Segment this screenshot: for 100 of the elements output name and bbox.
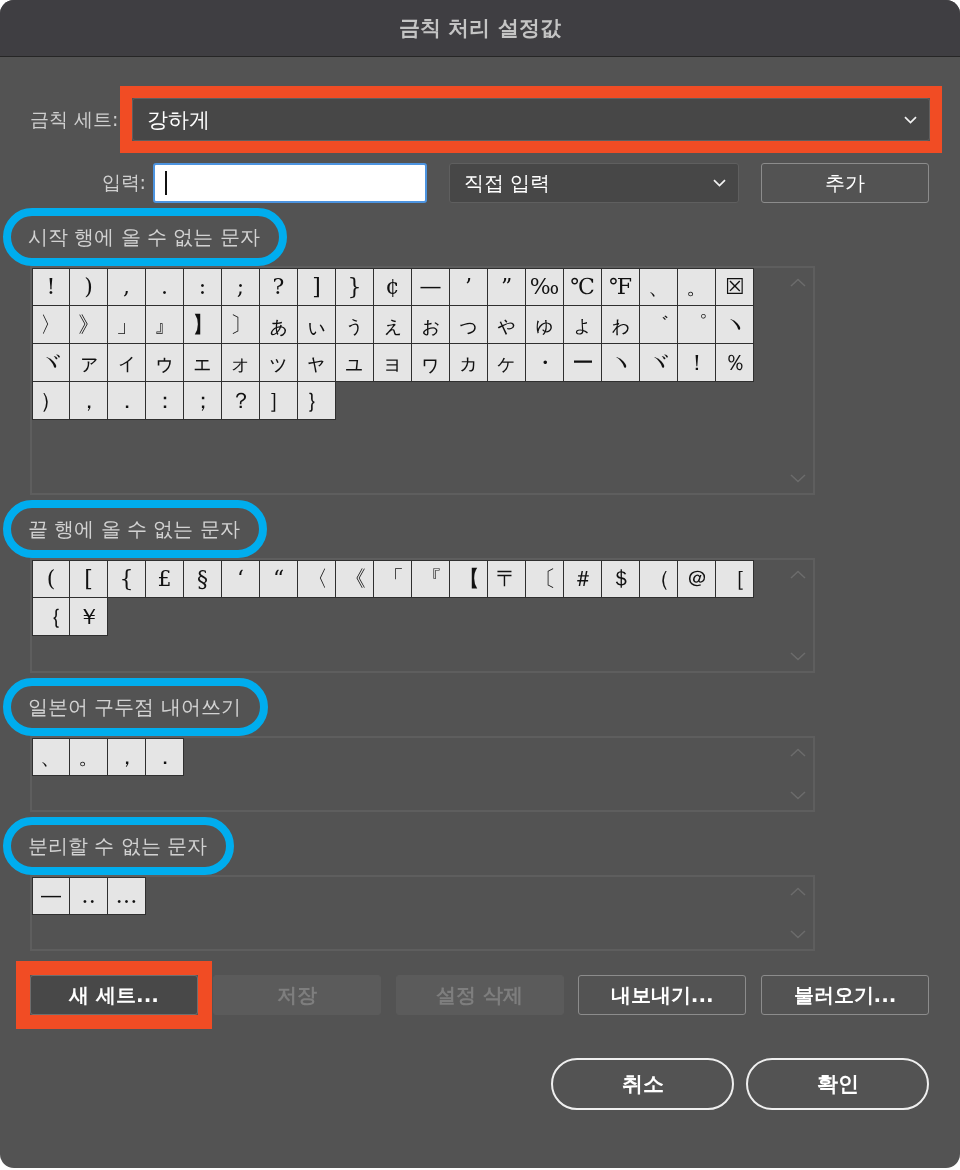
char-cell[interactable]: ［	[716, 560, 754, 598]
char-cell[interactable]: —	[32, 877, 70, 915]
char-cell[interactable]: ．	[108, 382, 146, 420]
char-cell[interactable]: ☒	[716, 268, 754, 306]
char-cell[interactable]: 。	[678, 268, 716, 306]
input-mode-dropdown[interactable]: 직접 입력	[449, 163, 739, 203]
char-cell[interactable]: ；	[184, 382, 222, 420]
char-cell[interactable]: ヽ	[602, 344, 640, 382]
kinsoku-set-dropdown[interactable]: 강하게	[132, 98, 930, 141]
char-cell[interactable]: ゎ	[602, 306, 640, 344]
char-cell[interactable]: ゥ	[146, 344, 184, 382]
char-cell[interactable]: ・	[526, 344, 564, 382]
char-cell[interactable]: ，	[70, 382, 108, 420]
char-cell[interactable]: ，	[108, 738, 146, 776]
char-cell[interactable]: ぅ	[336, 306, 374, 344]
char-cell[interactable]: 《	[336, 560, 374, 598]
char-cell[interactable]: …	[108, 877, 146, 915]
char-cell[interactable]: ℉	[602, 268, 640, 306]
char-cell[interactable]: 〔	[526, 560, 564, 598]
char-cell[interactable]: 。	[70, 738, 108, 776]
char-cell[interactable]: ｝	[298, 382, 336, 420]
char-cell[interactable]: ェ	[184, 344, 222, 382]
char-cell[interactable]: ¢	[374, 268, 412, 306]
char-cell[interactable]: ヽ	[716, 306, 754, 344]
char-cell[interactable]: ョ	[374, 344, 412, 382]
new-set-button[interactable]: 새 세트...	[30, 975, 198, 1015]
char-cell[interactable]: 【	[450, 560, 488, 598]
char-cell[interactable]: ?	[260, 268, 298, 306]
char-cell[interactable]: ￥	[70, 598, 108, 636]
scroll-up-icon[interactable]	[790, 748, 806, 757]
scroll-down-icon[interactable]	[790, 930, 806, 939]
char-cell[interactable]: ]	[298, 268, 336, 306]
char-cell[interactable]: ぁ	[260, 306, 298, 344]
char-cell[interactable]: 〕	[222, 306, 260, 344]
char-cell[interactable]: “	[260, 560, 298, 598]
char-cell[interactable]: ッ	[260, 344, 298, 382]
char-cell[interactable]: ャ	[298, 344, 336, 382]
import-button[interactable]: 불러오기...	[761, 975, 929, 1015]
char-cell[interactable]: ぉ	[412, 306, 450, 344]
char-cell[interactable]: 『	[412, 560, 450, 598]
char-cell[interactable]: ヶ	[488, 344, 526, 382]
char-cell[interactable]: —	[412, 268, 450, 306]
char-cell[interactable]: ょ	[564, 306, 602, 344]
char-cell[interactable]: }	[336, 268, 374, 306]
char-cell[interactable]: ー	[564, 344, 602, 382]
char-cell[interactable]: {	[108, 560, 146, 598]
char-cell[interactable]: !	[32, 268, 70, 306]
char-cell[interactable]: (	[32, 560, 70, 598]
char-cell[interactable]: [	[70, 560, 108, 598]
scroll-down-icon[interactable]	[790, 652, 806, 661]
char-cell[interactable]: ＄	[602, 560, 640, 598]
char-cell[interactable]: ＃	[564, 560, 602, 598]
char-cell[interactable]: §	[184, 560, 222, 598]
char-cell[interactable]: 、	[32, 738, 70, 776]
char-cell[interactable]: 〈	[298, 560, 336, 598]
char-cell[interactable]: 】	[184, 306, 222, 344]
ok-button[interactable]: 확인	[746, 1058, 929, 1110]
scroll-up-icon[interactable]	[790, 887, 806, 896]
scroll-up-icon[interactable]	[790, 278, 806, 287]
char-cell[interactable]: 」	[108, 306, 146, 344]
char-cell[interactable]: ぇ	[374, 306, 412, 344]
char-cell[interactable]: 》	[70, 306, 108, 344]
char-cell[interactable]: ）	[32, 382, 70, 420]
char-cell[interactable]: ゛	[640, 306, 678, 344]
char-cell[interactable]: （	[640, 560, 678, 598]
char-cell[interactable]: ォ	[222, 344, 260, 382]
cancel-button[interactable]: 취소	[551, 1058, 734, 1110]
char-cell[interactable]: ”	[488, 268, 526, 306]
char-cell[interactable]: ァ	[70, 344, 108, 382]
export-button[interactable]: 내보내기...	[578, 975, 747, 1015]
char-cell[interactable]: ;	[222, 268, 260, 306]
char-cell[interactable]: ヾ	[32, 344, 70, 382]
add-button[interactable]: 추가	[761, 163, 929, 203]
input-field[interactable]	[153, 163, 427, 203]
char-cell[interactable]: £	[146, 560, 184, 598]
scroll-down-icon[interactable]	[790, 474, 806, 483]
char-cell[interactable]: ℃	[564, 268, 602, 306]
char-cell[interactable]: 〉	[32, 306, 70, 344]
char-cell[interactable]: 〒	[488, 560, 526, 598]
char-cell[interactable]: 、	[640, 268, 678, 306]
char-cell[interactable]: ヵ	[450, 344, 488, 382]
char-cell[interactable]: ヾ	[640, 344, 678, 382]
char-cell[interactable]: ’	[450, 268, 488, 306]
char-cell[interactable]: ゃ	[488, 306, 526, 344]
char-cell[interactable]: ‰	[526, 268, 564, 306]
char-cell[interactable]: ］	[260, 382, 298, 420]
char-cell[interactable]: )	[70, 268, 108, 306]
scroll-up-icon[interactable]	[790, 570, 806, 579]
char-cell[interactable]: ヮ	[412, 344, 450, 382]
char-cell[interactable]: ‥	[70, 877, 108, 915]
char-cell[interactable]: ゜	[678, 306, 716, 344]
char-cell[interactable]: ｛	[32, 598, 70, 636]
char-cell[interactable]: っ	[450, 306, 488, 344]
char-cell[interactable]: ‘	[222, 560, 260, 598]
char-cell[interactable]: .	[146, 268, 184, 306]
char-cell[interactable]: ぃ	[298, 306, 336, 344]
char-cell[interactable]: ュ	[336, 344, 374, 382]
char-cell[interactable]: ,	[108, 268, 146, 306]
char-cell[interactable]: ゅ	[526, 306, 564, 344]
char-cell[interactable]: ％	[716, 344, 754, 382]
